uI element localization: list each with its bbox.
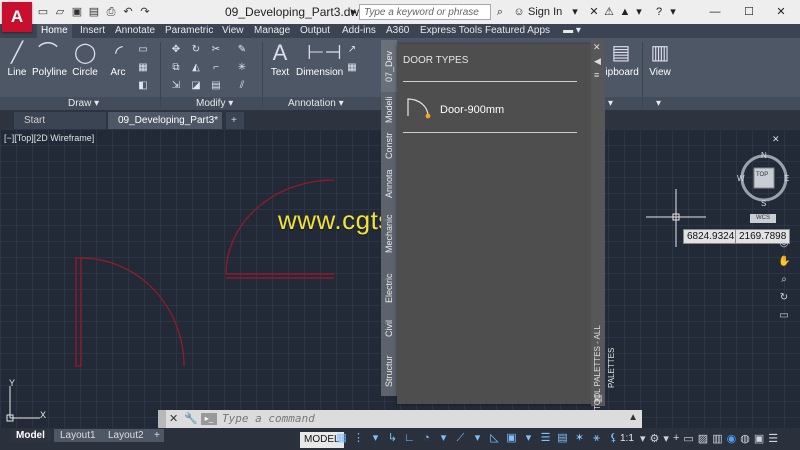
status-toggles: ▦ ⋮ ▾ ↳ ∟ ◔ ▾ ⟋ ▾ ◺ ▣ ▾ ☰ ▤ ✶ ⚹ ⚸: [335, 432, 620, 445]
ucs-y-label: Y: [9, 378, 16, 388]
units-icon[interactable]: ▭: [683, 432, 693, 445]
layout-tab-model[interactable]: Model: [10, 429, 51, 442]
quick-properties-icon[interactable]: ▨: [698, 432, 708, 445]
annotation-autoscale-icon[interactable]: ⚸: [607, 432, 620, 445]
ortho-icon[interactable]: ∟: [403, 432, 416, 445]
snap-icon[interactable]: ⋮: [352, 432, 365, 445]
viewcube-west[interactable]: W: [737, 174, 745, 183]
navigation-bar: ◎ ✋ ⌕ ↻ ▭: [778, 238, 790, 321]
command-line: ✕ 🔧 ▸_ Type a command ▲: [158, 410, 642, 428]
isodraft-icon[interactable]: ⟋: [454, 432, 467, 445]
viewcube-south[interactable]: S: [761, 199, 766, 208]
lineweight-icon[interactable]: ☰: [539, 432, 552, 445]
command-history-icon[interactable]: ▲: [628, 412, 638, 423]
object-snap-tracking-icon[interactable]: ◺: [488, 432, 501, 445]
layout-tab-layout2[interactable]: Layout2: [102, 429, 150, 442]
dropdown-icon[interactable]: ▾: [369, 432, 382, 445]
app-menu-logo[interactable]: A: [2, 2, 32, 32]
command-grip[interactable]: [158, 410, 166, 428]
workspace-gear-icon[interactable]: ⚙: [650, 432, 660, 445]
dropdown-icon[interactable]: ▾: [437, 432, 450, 445]
recent-commands-icon[interactable]: ▸_: [201, 413, 217, 425]
add-layout-button[interactable]: +: [150, 429, 164, 442]
isolate-objects-icon[interactable]: ◍: [740, 432, 750, 445]
status-tray: ▾ ⚙ ▾ + ▭ ▨ ▥ ◉ ◍ ▣ ☰: [640, 432, 778, 445]
object-snap-icon[interactable]: ▣: [505, 432, 518, 445]
selection-cycling-icon[interactable]: ▤: [556, 432, 569, 445]
ucs-x-label: X: [40, 410, 47, 420]
infer-constraints-icon[interactable]: ↳: [386, 432, 399, 445]
viewport-close-icon[interactable]: ✕: [772, 134, 780, 145]
wcs-menu[interactable]: WCS: [750, 214, 776, 223]
dynamic-input-x[interactable]: 6824.9324: [683, 229, 739, 244]
annotation-scale[interactable]: 1:1: [620, 433, 634, 444]
dropdown-icon[interactable]: ▾: [663, 432, 669, 445]
add-scale-icon[interactable]: +: [673, 432, 679, 445]
orbit-icon[interactable]: ↻: [778, 292, 790, 303]
annotation-monitor-icon[interactable]: ✶: [573, 432, 586, 445]
grid-icon[interactable]: ▦: [335, 432, 348, 445]
customization-icon[interactable]: ☰: [768, 432, 778, 445]
viewcube-east[interactable]: E: [784, 174, 789, 183]
annotation-visibility-icon[interactable]: ⚹: [590, 432, 603, 445]
viewcube-top[interactable]: TOP: [756, 172, 768, 178]
customize-icon[interactable]: 🔧: [184, 412, 198, 425]
showmotion-icon[interactable]: ▭: [778, 310, 790, 321]
pan-icon[interactable]: ✋: [778, 256, 790, 267]
zoom-extents-icon[interactable]: ⌕: [778, 274, 790, 285]
dropdown-icon[interactable]: ▾: [471, 432, 484, 445]
full-nav-wheel-icon[interactable]: ◎: [778, 238, 790, 249]
graphics-performance-icon[interactable]: ▥: [712, 432, 722, 445]
polar-icon[interactable]: ◔: [420, 432, 433, 445]
layout-tab-layout1[interactable]: Layout1: [54, 429, 102, 442]
dropdown-icon[interactable]: ▾: [522, 432, 535, 445]
dropdown-icon[interactable]: ▾: [640, 432, 646, 445]
command-close-icon[interactable]: ✕: [169, 412, 178, 425]
crosshair-cursor: [646, 189, 706, 247]
viewcube-north[interactable]: N: [761, 151, 767, 160]
command-input[interactable]: Type a command: [222, 410, 315, 428]
clean-screen-icon[interactable]: ▣: [754, 432, 764, 445]
hardware-acceleration-icon[interactable]: ◉: [727, 432, 737, 445]
